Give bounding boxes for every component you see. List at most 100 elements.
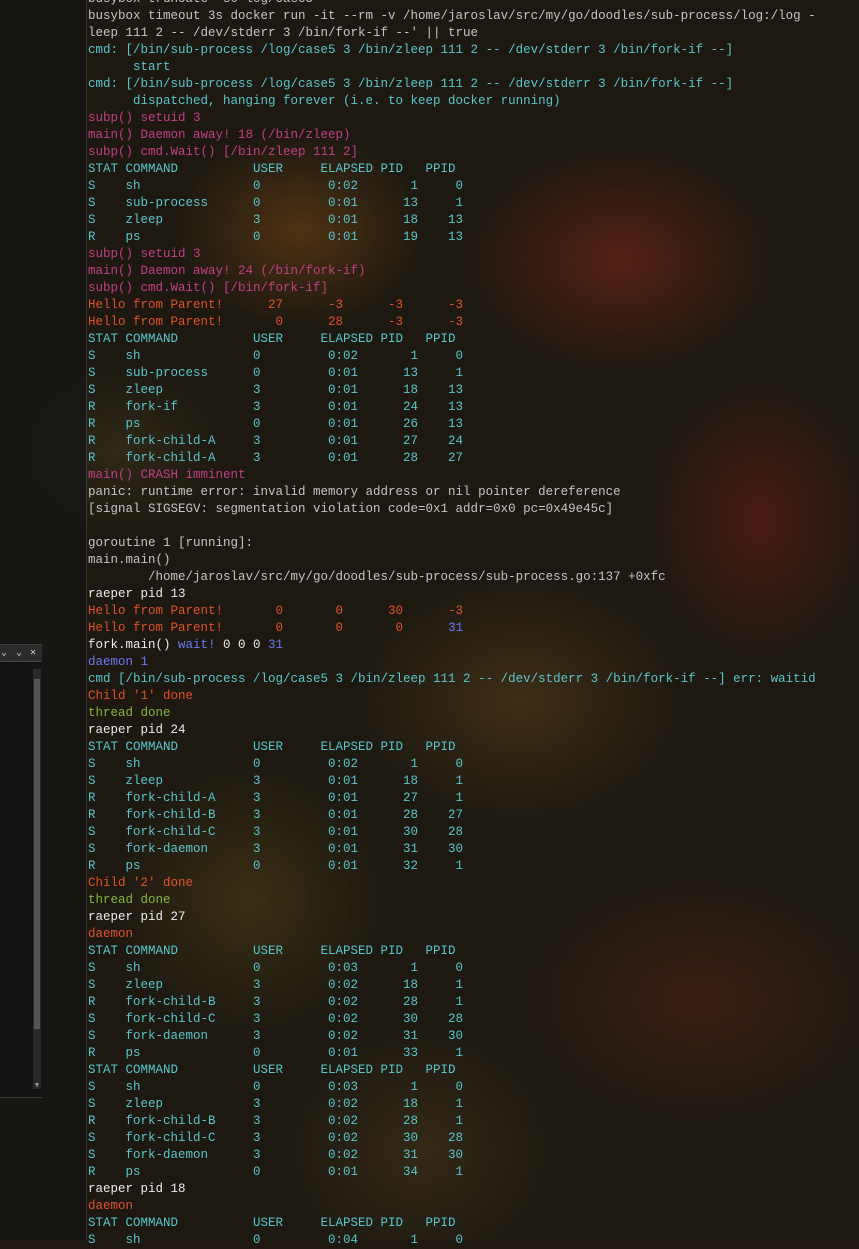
terminal-text: S sh 0 0:02 1 0 xyxy=(88,757,464,771)
terminal-line: S fork-daemon 3 0:02 31 30 xyxy=(88,1028,816,1045)
terminal-text: S sh 0 0:02 1 0 xyxy=(88,179,464,193)
terminal-text: busybox truncate -s0 log/case5 xyxy=(88,0,313,6)
terminal-line: STAT COMMAND USER ELAPSED PID PPID xyxy=(88,1215,816,1232)
terminal-line: R fork-child-B 3 0:02 28 1 xyxy=(88,994,816,1011)
terminal-line: S zleep 3 0:01 18 1 xyxy=(88,773,816,790)
terminal-line: daemon 1 xyxy=(88,654,816,671)
terminal-text: S fork-child-C 3 0:02 30 28 xyxy=(88,1131,464,1145)
terminal-text: R ps 0 0:01 34 1 xyxy=(88,1165,464,1179)
pane-divider[interactable] xyxy=(86,0,87,1240)
terminal-text: S fork-daemon 3 0:01 31 30 xyxy=(88,842,464,856)
terminal-line: subp() cmd.Wait() [/bin/fork-if] xyxy=(88,280,816,297)
terminal-line: S sub-process 0 0:01 13 1 xyxy=(88,195,816,212)
terminal-text: main() Daemon away! 24 (/bin/fork-if) xyxy=(88,264,366,278)
terminal-text: Hello from Parent! 0 0 30 -3 xyxy=(88,604,464,618)
terminal-text: 31 xyxy=(268,638,284,652)
terminal-line: raeper pid 24 xyxy=(88,722,816,739)
terminal-text: /home/jaroslav/src/my/go/doodles/sub-pro… xyxy=(88,570,666,584)
terminal-line: S zleep 3 0:01 18 13 xyxy=(88,212,816,229)
terminal-line: raeper pid 13 xyxy=(88,586,816,603)
terminal-text: R ps 0 0:01 19 13 xyxy=(88,230,464,244)
terminal-text: [signal SIGSEGV: segmentation violation … xyxy=(88,502,614,516)
terminal-line: fork.main() wait! 0 0 0 31 xyxy=(88,637,816,654)
terminal-text: S fork-daemon 3 0:02 31 30 xyxy=(88,1029,464,1043)
scrollbar-thumb[interactable] xyxy=(34,679,40,1029)
terminal-text: S sh 0 0:03 1 0 xyxy=(88,1080,464,1094)
terminal-text: Child '2' done xyxy=(88,876,194,890)
terminal-text: subp() cmd.Wait() [/bin/fork-if] xyxy=(88,281,329,295)
terminal-line: R fork-child-A 3 0:01 27 1 xyxy=(88,790,816,807)
terminal-text: fork.main() xyxy=(88,638,179,652)
terminal-text: daemon 1 xyxy=(88,655,149,669)
terminal-text: R fork-child-A 3 0:01 27 1 xyxy=(88,791,464,805)
terminal-line: S sh 0 0:03 1 0 xyxy=(88,960,816,977)
terminal-line: main() CRASH imminent xyxy=(88,467,816,484)
terminal-line: STAT COMMAND USER ELAPSED PID PPID xyxy=(88,943,816,960)
terminal-line: S fork-child-C 3 0:02 30 28 xyxy=(88,1011,816,1028)
terminal-line: Hello from Parent! 0 0 0 31 xyxy=(88,620,816,637)
terminal-text: main() CRASH imminent xyxy=(88,468,246,482)
terminal-line: R ps 0 0:01 32 1 xyxy=(88,858,816,875)
terminal-text: thread done xyxy=(88,893,171,907)
terminal-output[interactable]: busybox truncate -s0 log/case5 busybox ti… xyxy=(88,0,816,1249)
terminal-text: thread done xyxy=(88,706,171,720)
terminal-text: 31 xyxy=(448,621,464,635)
terminal-text: Child '1' done xyxy=(88,689,194,703)
terminal-line: S zleep 3 0:01 18 13 xyxy=(88,382,816,399)
terminal-text: Hello from Parent! 0 28 -3 -3 xyxy=(88,315,464,329)
terminal-line: S sh 0 0:03 1 0 xyxy=(88,1079,816,1096)
terminal-text: raeper pid 24 xyxy=(88,723,186,737)
terminal-text: subp() cmd.Wait() [/bin/zleep 111 2] xyxy=(88,145,359,159)
close-icon[interactable]: ✕ xyxy=(30,645,36,661)
terminal-line: goroutine 1 [running]: xyxy=(88,535,816,552)
terminal-line: R ps 0 0:01 34 1 xyxy=(88,1164,816,1181)
terminal-text: R ps 0 0:01 26 13 xyxy=(88,417,464,431)
terminal-text: main.main() xyxy=(88,553,171,567)
terminal-line: R ps 0 0:01 26 13 xyxy=(88,416,816,433)
terminal-text: STAT COMMAND USER ELAPSED PID PPID xyxy=(88,944,456,958)
terminal-text: busybox timeout 3s docker run -it --rm -… xyxy=(88,9,816,23)
terminal-line: main() Daemon away! 24 (/bin/fork-if) xyxy=(88,263,816,280)
terminal-text: S zleep 3 0:01 18 13 xyxy=(88,213,464,227)
terminal-text: S fork-daemon 3 0:02 31 30 xyxy=(88,1148,464,1162)
terminal-line: Child '2' done xyxy=(88,875,816,892)
terminal-line: S sub-process 0 0:01 13 1 xyxy=(88,365,816,382)
terminal-line: leep 111 2 -- /dev/stderr 3 /bin/fork-if… xyxy=(88,25,816,42)
terminal-text: Hello from Parent! 27 -3 -3 -3 xyxy=(88,298,464,312)
terminal-line: main() Daemon away! 18 (/bin/zleep) xyxy=(88,127,816,144)
terminal-text: start xyxy=(88,60,171,74)
terminal-line: thread done xyxy=(88,892,816,909)
terminal-text: S sh 0 0:03 1 0 xyxy=(88,961,464,975)
terminal-text: cmd: [/bin/sub-process /log/case5 3 /bin… xyxy=(88,43,734,57)
terminal-text: S fork-child-C 3 0:01 30 28 xyxy=(88,825,464,839)
terminal-text: leep 111 2 -- /dev/stderr 3 /bin/fork-if… xyxy=(88,26,479,40)
terminal-line: STAT COMMAND USER ELAPSED PID PPID xyxy=(88,739,816,756)
terminal-text: STAT COMMAND USER ELAPSED PID PPID xyxy=(88,162,456,176)
terminal-text: raeper pid 18 xyxy=(88,1182,186,1196)
background-window-titlebar[interactable]: ⌄ ⌄ ✕ xyxy=(0,645,42,662)
terminal-text: goroutine 1 [running]: xyxy=(88,536,254,550)
terminal-line: Hello from Parent! 0 0 30 -3 xyxy=(88,603,816,620)
terminal-line: STAT COMMAND USER ELAPSED PID PPID xyxy=(88,331,816,348)
terminal-text: S fork-child-C 3 0:02 30 28 xyxy=(88,1012,464,1026)
window-icon[interactable]: ⌄ xyxy=(16,645,22,661)
terminal-text: dispatched, hanging forever (i.e. to kee… xyxy=(88,94,561,108)
terminal-line: daemon xyxy=(88,1198,816,1215)
terminal-line: S fork-child-C 3 0:02 30 28 xyxy=(88,1130,816,1147)
terminal-line: panic: runtime error: invalid memory add… xyxy=(88,484,816,501)
terminal-text: R fork-child-B 3 0:02 28 1 xyxy=(88,995,464,1009)
terminal-line: S zleep 3 0:02 18 1 xyxy=(88,1096,816,1113)
terminal-text: 0 0 0 xyxy=(215,638,269,652)
terminal-text: R fork-child-A 3 0:01 27 24 xyxy=(88,434,464,448)
terminal-text: cmd [/bin/sub-process /log/case5 3 /bin/… xyxy=(88,672,816,686)
background-window[interactable]: ⌄ ⌄ ✕ ▲ ▼ xyxy=(0,644,42,1098)
terminal-line: raeper pid 18 xyxy=(88,1181,816,1198)
scroll-down-icon[interactable]: ▼ xyxy=(33,1081,41,1089)
terminal-line: Hello from Parent! 27 -3 -3 -3 xyxy=(88,297,816,314)
chevron-down-icon[interactable]: ⌄ xyxy=(1,645,7,661)
terminal-line: cmd [/bin/sub-process /log/case5 3 /bin/… xyxy=(88,671,816,688)
terminal-line: R ps 0 0:01 19 13 xyxy=(88,229,816,246)
terminal-text: wait! xyxy=(178,638,216,652)
terminal-text: S zleep 3 0:02 18 1 xyxy=(88,1097,464,1111)
terminal-text: daemon xyxy=(88,1199,134,1213)
